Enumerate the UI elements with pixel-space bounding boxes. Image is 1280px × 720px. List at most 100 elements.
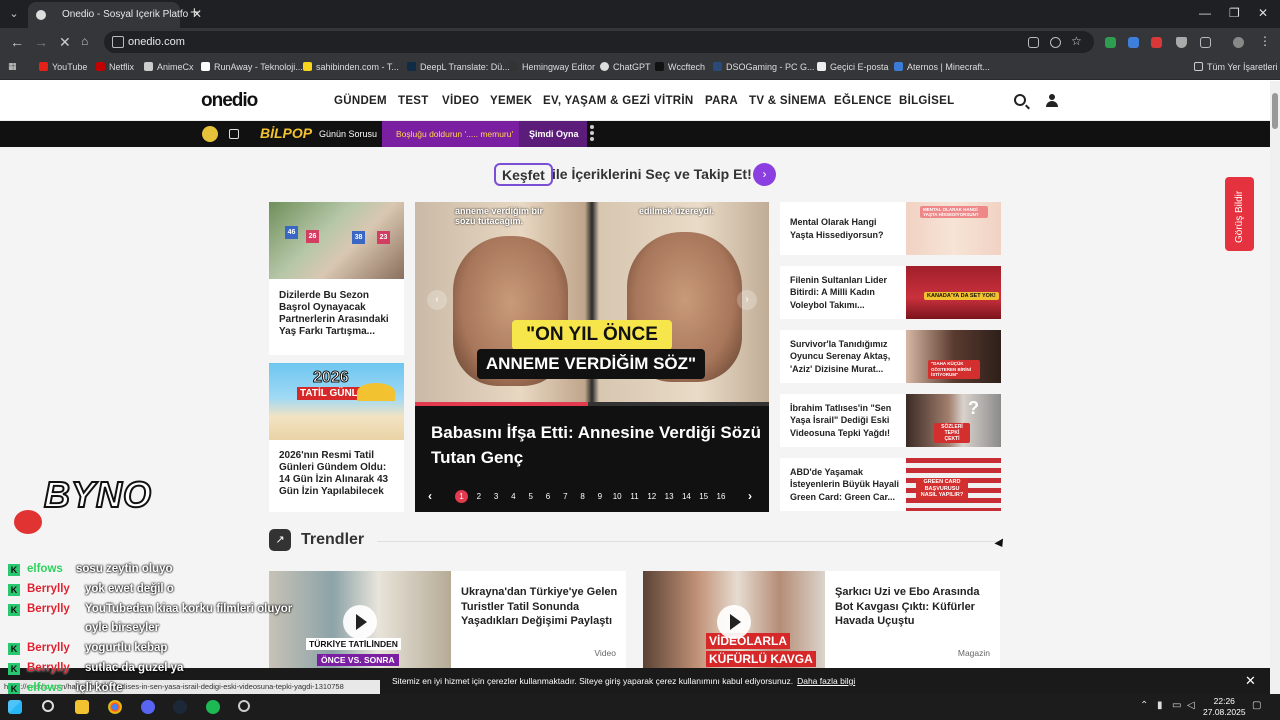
pager-page-12[interactable]: 12 [645,490,658,503]
promo-menu-icon[interactable] [590,125,596,143]
pager-page-5[interactable]: 5 [524,490,537,503]
pager-page-7[interactable]: 7 [559,490,572,503]
slider-prev-icon[interactable]: ‹ [427,290,447,310]
pager-page-1[interactable]: 1 [455,490,468,503]
cookie-close-icon[interactable]: ✕ [1245,673,1256,689]
play-video-icon[interactable] [343,605,377,639]
url-input[interactable]: onedio.com [104,31,1094,53]
forward-icon[interactable]: → [34,34,48,50]
taskbar-search-icon[interactable] [42,700,54,712]
pager-page-3[interactable]: 3 [490,490,503,503]
browser-tab[interactable]: Onedio - Sosyal İçerik Platformu ✕ [28,2,202,28]
apps-grid-icon[interactable]: ▦ [8,61,17,72]
minimize-icon[interactable]: — [1199,6,1211,20]
profile-icon[interactable] [1233,37,1244,48]
nav-video[interactable]: VİDEO [442,95,479,107]
obs-icon[interactable] [238,700,250,712]
pager-page-11[interactable]: 11 [628,490,641,503]
network-icon[interactable]: ▭ [1172,700,1181,711]
hero-slider[interactable]: anneme verdiğim bir sözü tutacağım. edil… [415,202,769,512]
bookmark-aternos[interactable]: Aternos | Minecraft... [894,62,990,72]
user-icon[interactable] [1046,94,1058,107]
trend-category[interactable]: Video [594,648,616,658]
site-info-icon[interactable] [112,36,124,48]
bookmark-runaway[interactable]: RunAway - Teknoloji... [201,62,303,72]
pager-page-4[interactable]: 4 [507,490,520,503]
pager-page-6[interactable]: 6 [542,490,555,503]
new-tab-icon[interactable]: + [190,4,199,21]
more-menu-icon[interactable]: ⋮ [1259,34,1271,48]
adblock-extension-icon[interactable] [1151,37,1162,48]
side-article-card[interactable]: Filenin Sultanları Lider Bitirdi: A Mill… [780,266,1001,319]
install-app-icon[interactable] [1028,37,1039,48]
eye-off-icon[interactable] [1050,37,1061,48]
nav-vitrin[interactable]: VİTRİN [654,95,694,107]
bookmark-wccftech[interactable]: Wccftech [655,62,705,72]
play-video-icon[interactable] [717,605,751,639]
bookmark-youtube[interactable]: YouTube [39,62,87,72]
side-article-card[interactable]: İbrahim Tatlıses'in "Sen Yaşa İsrail" De… [780,394,1001,447]
nav-tv-sinema[interactable]: TV & SİNEMA [749,95,826,107]
pager-page-16[interactable]: 16 [715,490,728,503]
spotify-icon[interactable] [206,700,220,714]
trend-category[interactable]: Magazin [958,648,990,658]
bookmark-netflix[interactable]: Netflix [96,62,134,72]
trend-card[interactable]: VİDEOLARLA KÜFÜRLÜ KAVGA Şarkıcı Uzi ve … [643,571,1000,671]
extension-icon[interactable] [1105,37,1116,48]
slider-next-icon[interactable]: › [737,290,757,310]
chevron-right-icon[interactable]: › [753,163,776,186]
window-close-icon[interactable]: ✕ [1258,6,1268,20]
nav-ev-yasam-gezi[interactable]: EV, YAŞAM & GEZİ [543,95,650,107]
chrome-icon[interactable] [108,700,122,714]
tab-search-icon[interactable]: ⌄ [6,6,22,22]
pager-next-icon[interactable]: › [748,489,752,503]
bookmark-animecx[interactable]: AnimeCx [144,62,194,72]
stop-loading-icon[interactable]: ✕ [59,34,71,51]
pager-page-14[interactable]: 14 [680,490,693,503]
taskbar-clock[interactable]: 22:26 27.08.2025 [1203,696,1246,718]
steam-icon[interactable] [173,700,187,714]
article-card[interactable]: 46 26 38 23 Dizilerde Bu Sezon Başrol Oy… [269,202,404,355]
onedio-logo[interactable]: onedio [201,90,258,112]
side-article-card[interactable]: Survivor'la Tanıdığımız Oyuncu Serenay A… [780,330,1001,383]
nav-yemek[interactable]: YEMEK [490,95,532,107]
pager-prev-icon[interactable]: ‹ [428,489,432,503]
side-article-card[interactable]: Mental Olarak Hangi Yaşta Hissediyorsun?… [780,202,1001,255]
home-icon[interactable]: ⌂ [81,34,88,48]
daily-question-text[interactable]: Boşluğu doldurun '..... memuru' [382,121,519,147]
pager-page-9[interactable]: 9 [593,490,606,503]
pager-page-15[interactable]: 15 [697,490,710,503]
bookmark-gecici-eposta[interactable]: Geçici E-posta [817,62,889,72]
page-scrollbar[interactable] [1270,81,1280,694]
tray-chevron-icon[interactable]: ⌃ [1140,700,1148,711]
notifications-icon[interactable]: ▢ [1252,700,1261,711]
search-icon[interactable] [1014,94,1026,106]
bookmark-star-icon[interactable]: ☆ [1071,34,1082,48]
microphone-icon[interactable]: ▮ [1157,700,1163,711]
bookmark-sahibinden[interactable]: sahibinden.com - T... [303,62,399,72]
bookmark-dsogaming[interactable]: DSOGaming - PC G... [713,62,815,72]
puzzle-icon[interactable] [1200,37,1211,48]
pager-page-2[interactable]: 2 [472,490,485,503]
pager-page-8[interactable]: 8 [576,490,589,503]
bilpop-logo[interactable]: BİLPOP [260,125,312,141]
file-explorer-icon[interactable] [75,700,89,714]
article-card[interactable]: 2026 TATİL GÜNLERİ 2026'nın Resmi Tatil … [269,363,404,512]
back-icon[interactable]: ← [10,34,24,50]
shield-extension-icon[interactable] [1176,37,1187,48]
discord-icon[interactable] [141,700,155,714]
nav-gundem[interactable]: GÜNDEM [334,95,387,107]
nav-para[interactable]: PARA [705,95,738,107]
bookmark-deepl[interactable]: DeepL Translate: Dü... [407,62,510,72]
restore-icon[interactable]: ❐ [1229,6,1240,20]
side-article-card[interactable]: ABD'de Yaşamak İsteyenlerin Büyük Hayali… [780,458,1001,511]
pager-page-10[interactable]: 10 [611,490,624,503]
feedback-tab[interactable]: Görüş Bildir [1225,177,1254,251]
translate-extension-icon[interactable] [1128,37,1139,48]
play-now-button[interactable]: Şimdi Oyna [519,121,587,147]
bookmark-hemingway[interactable]: Hemingway Editor [509,62,595,72]
nav-test[interactable]: TEST [398,95,429,107]
bookmark-chatgpt[interactable]: ChatGPT [600,62,651,72]
nav-bilgisel[interactable]: BİLGİSEL [899,95,954,107]
pager-page-13[interactable]: 13 [663,490,676,503]
